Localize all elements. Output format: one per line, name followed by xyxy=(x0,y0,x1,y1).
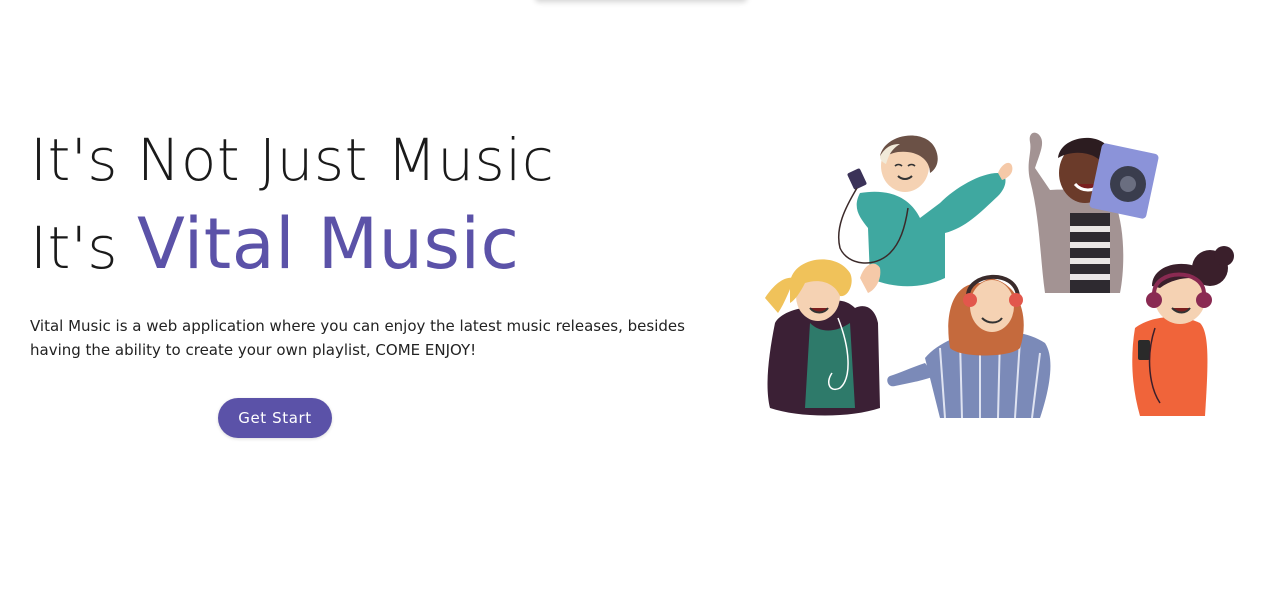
person-blonde-girl xyxy=(765,259,881,416)
headline-line-2: It's Vital Music xyxy=(30,209,730,282)
headline-prefix: It's xyxy=(30,214,119,282)
headline-line-1: It's Not Just Music xyxy=(30,126,555,194)
landing-page: It's Not Just Music It's Vital Music Vit… xyxy=(0,0,1280,610)
description-line-2: having the ability to create your own pl… xyxy=(30,341,477,359)
person-boombox xyxy=(1028,132,1159,293)
description-line-1: Vital Music is a web application where y… xyxy=(30,317,685,335)
get-start-button[interactable]: Get Start xyxy=(218,398,332,438)
hero-section: It's Not Just Music It's Vital Music Vit… xyxy=(30,128,730,362)
headline-accent: Vital Music xyxy=(136,203,520,285)
hero-description: Vital Music is a web application where y… xyxy=(30,314,700,362)
person-teal-shirt xyxy=(837,135,1013,287)
people-listening-music-illustration xyxy=(765,132,1234,419)
person-orange-hoodie xyxy=(1132,246,1234,416)
person-striped-shirt xyxy=(887,274,1051,419)
